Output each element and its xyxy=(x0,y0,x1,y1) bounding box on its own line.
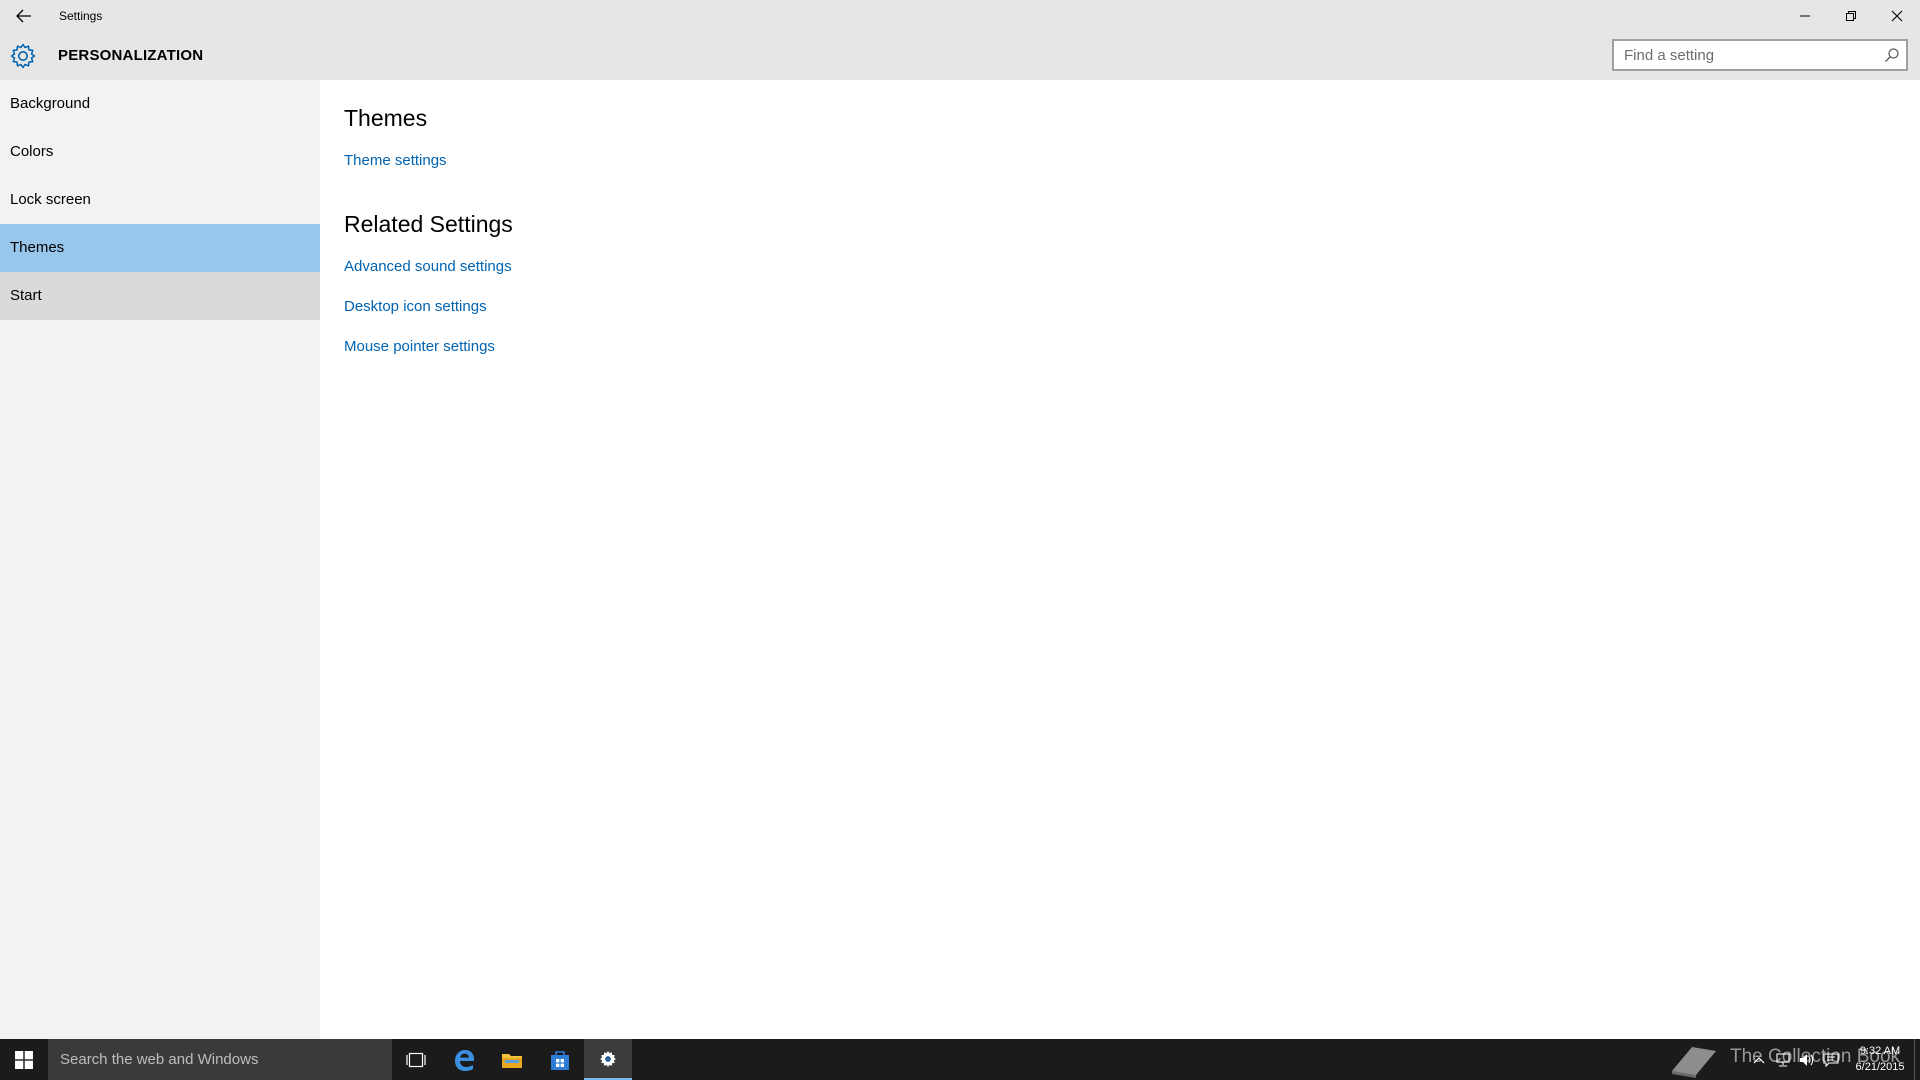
settings-window: Settings PERSONALIZATION Find a setting … xyxy=(0,0,1920,1039)
edge-button[interactable] xyxy=(440,1039,488,1080)
store-icon xyxy=(551,1050,569,1070)
start-button[interactable] xyxy=(0,1039,48,1080)
sidebar: Background Colors Lock screen Themes Sta… xyxy=(0,80,320,1039)
settings-icon xyxy=(600,1050,616,1067)
network-icon xyxy=(1776,1053,1790,1067)
sidebar-item-themes[interactable]: Themes xyxy=(0,224,320,272)
sidebar-item-colors[interactable]: Colors xyxy=(0,128,320,176)
store-button[interactable] xyxy=(536,1039,584,1080)
show-desktop-button[interactable] xyxy=(1914,1039,1920,1080)
minimize-icon xyxy=(1800,15,1810,17)
volume-icon xyxy=(1800,1054,1814,1066)
desktop-icon-settings-link[interactable]: Desktop icon settings xyxy=(344,298,487,315)
clock-date: 6/21/2015 xyxy=(1855,1061,1905,1073)
windows-logo-icon xyxy=(15,1050,33,1069)
chevron-up-icon xyxy=(1753,1057,1765,1064)
volume-button[interactable] xyxy=(1798,1051,1816,1069)
restore-button[interactable] xyxy=(1828,0,1874,32)
task-view-icon xyxy=(406,1052,426,1067)
search-icon[interactable] xyxy=(1884,47,1900,63)
page-header: PERSONALIZATION xyxy=(0,32,1920,80)
mouse-pointer-settings-link[interactable]: Mouse pointer settings xyxy=(344,338,495,355)
back-button[interactable] xyxy=(0,0,48,32)
gear-icon xyxy=(10,43,36,69)
taskbar: Search the web and Windows The Collectio… xyxy=(0,1039,1920,1080)
file-explorer-button[interactable] xyxy=(488,1039,536,1080)
themes-heading: Themes xyxy=(344,105,428,131)
file-explorer-icon xyxy=(502,1053,522,1068)
action-center-button[interactable] xyxy=(1822,1051,1840,1069)
sidebar-item-lock-screen[interactable]: Lock screen xyxy=(0,176,320,224)
back-arrow-icon xyxy=(16,9,31,23)
taskbar-clock[interactable]: 9:32 AM 6/21/2015 xyxy=(1850,1043,1910,1075)
close-icon xyxy=(1891,10,1903,22)
show-hidden-icons-button[interactable] xyxy=(1750,1051,1768,1069)
page-title: PERSONALIZATION xyxy=(58,47,204,64)
action-center-icon xyxy=(1823,1053,1839,1067)
search-box[interactable] xyxy=(1612,39,1908,71)
clock-time: 9:32 AM xyxy=(1859,1045,1901,1057)
task-view-button[interactable] xyxy=(392,1039,440,1080)
network-button[interactable] xyxy=(1774,1051,1792,1069)
taskbar-search-box[interactable]: Search the web and Windows xyxy=(48,1039,392,1080)
book-icon xyxy=(1672,1047,1716,1078)
window-title: Settings xyxy=(59,9,103,23)
sidebar-item-background[interactable]: Background xyxy=(0,80,320,128)
theme-settings-link[interactable]: Theme settings xyxy=(344,152,447,169)
sidebar-item-start[interactable]: Start xyxy=(0,272,320,320)
related-settings-heading: Related Settings xyxy=(344,211,513,237)
settings-taskbar-button[interactable] xyxy=(584,1039,632,1080)
title-bar: Settings xyxy=(0,0,1920,32)
minimize-button[interactable] xyxy=(1782,0,1828,32)
edge-icon xyxy=(455,1049,474,1071)
taskbar-search-placeholder: Search the web and Windows xyxy=(60,1051,259,1068)
close-button[interactable] xyxy=(1874,0,1920,32)
main-content: Themes Theme settings Related Settings A… xyxy=(320,80,1920,1039)
advanced-sound-settings-link[interactable]: Advanced sound settings xyxy=(344,258,512,275)
restore-icon xyxy=(1846,11,1856,21)
search-input[interactable] xyxy=(1624,45,1874,65)
